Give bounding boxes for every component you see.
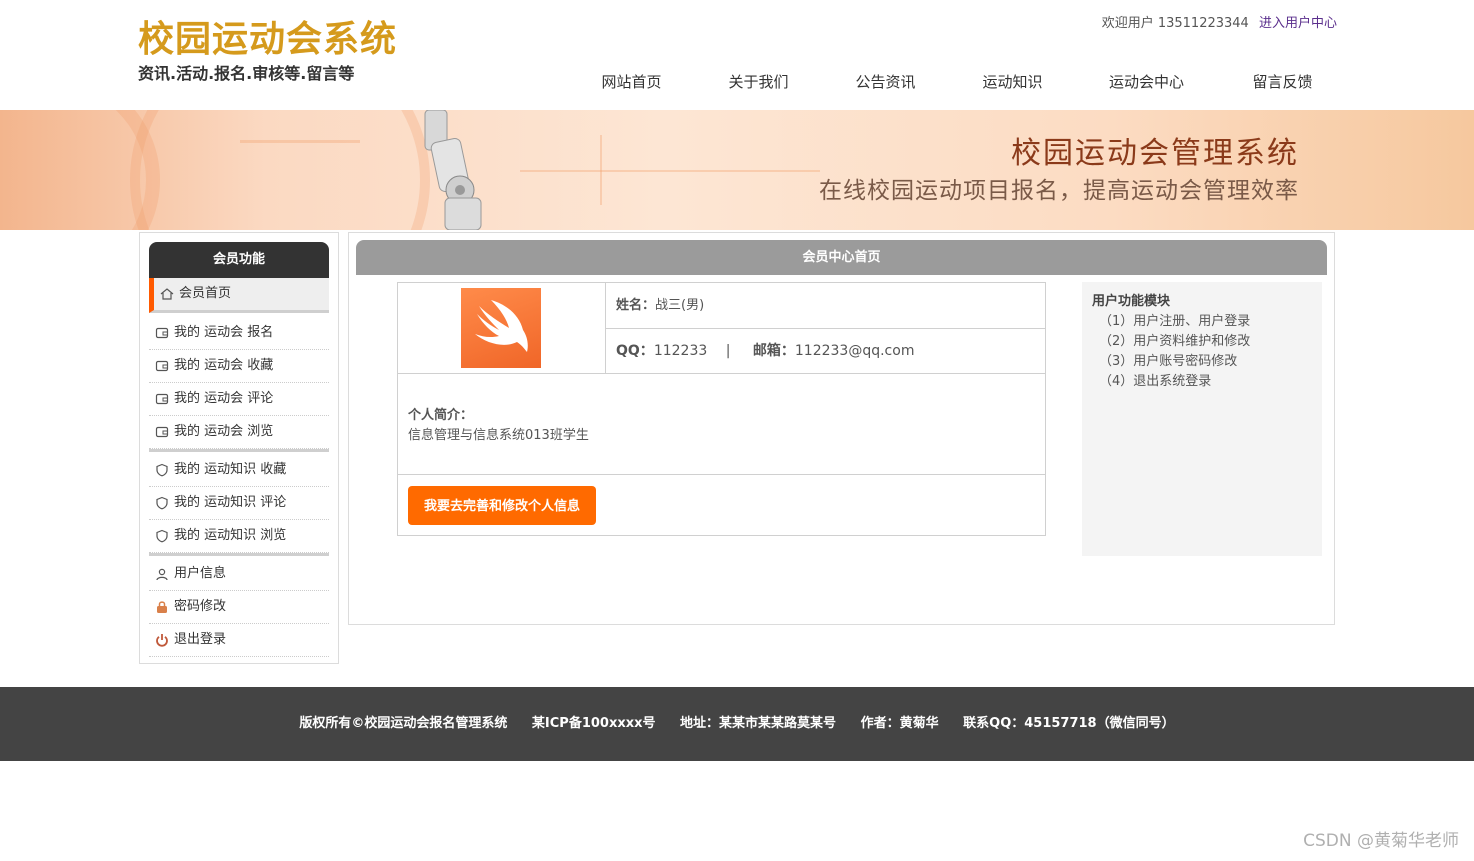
function-item: （2）用户资料维护和修改 xyxy=(1099,334,1251,349)
profile-card: 姓名：战三(男) QQ：112233 | 邮箱：112233@qq.com 个人… xyxy=(397,282,1046,536)
intro-section: 个人简介： 信息管理与信息系统013班学生 xyxy=(398,374,1045,475)
intro-label: 个人简介： xyxy=(408,408,474,423)
robot-arm-illustration xyxy=(424,110,482,230)
user-center-link[interactable]: 进入用户中心 xyxy=(1259,16,1337,31)
sidebar-item-logout[interactable]: 退出登录 xyxy=(149,624,329,657)
sidebar-item-label: 密码修改 xyxy=(174,599,227,614)
watermark-text: CSDN @黄菊华老师 xyxy=(1303,831,1459,851)
nav-sports-center[interactable]: 运动会中心 xyxy=(1076,70,1217,94)
name-label: 姓名： xyxy=(616,298,656,313)
footer-author: 作者：黄菊华 xyxy=(860,716,939,731)
sidebar-item-knowledge-comments[interactable]: 我的 运动知识 评论 xyxy=(149,487,329,520)
sidebar-item-label: 会员首页 xyxy=(179,286,232,301)
lock-icon xyxy=(157,601,167,613)
sidebar-item-user-info[interactable]: 用户信息 xyxy=(149,558,329,591)
welcome-bar: 欢迎用户 13511223344 进入用户中心 xyxy=(1102,15,1337,33)
intro-value: 信息管理与信息系统013班学生 xyxy=(408,428,589,443)
sidebar-item-sports-favorites[interactable]: 我的 运动会 收藏 xyxy=(149,350,329,383)
functions-title: 用户功能模块 xyxy=(1092,294,1171,309)
nav-knowledge[interactable]: 运动知识 xyxy=(949,70,1076,94)
wallet-icon xyxy=(155,327,169,339)
site-logo-title[interactable]: 校园运动会系统 xyxy=(138,18,397,62)
site-header: 校园运动会系统 资讯.活动.报名.审核等.留言等 欢迎用户 1351122334… xyxy=(0,0,1474,110)
sidebar-item-knowledge-favorites[interactable]: 我的 运动知识 收藏 xyxy=(149,454,329,487)
sidebar-item-sports-history[interactable]: 我的 运动会 浏览 xyxy=(149,416,329,449)
sidebar-item-label: 用户信息 xyxy=(174,566,227,581)
sidebar-divider xyxy=(149,553,329,556)
sidebar-item-label: 我的 运动知识 评论 xyxy=(174,495,287,510)
name-value: 战三(男) xyxy=(655,298,705,313)
footer-address: 地址：某某市某某路莫某号 xyxy=(680,716,837,731)
sidebar-item-knowledge-history[interactable]: 我的 运动知识 浏览 xyxy=(149,520,329,553)
contact-row: QQ：112233 | 邮箱：112233@qq.com xyxy=(606,329,1045,374)
qq-label: QQ： xyxy=(616,343,654,359)
sidebar-divider xyxy=(149,449,329,452)
footer-icp: 某ICP备100xxxx号 xyxy=(531,716,656,731)
shield-icon xyxy=(156,463,168,477)
wallet-icon xyxy=(155,426,169,438)
nav-news[interactable]: 公告资讯 xyxy=(822,70,949,94)
nav-about[interactable]: 关于我们 xyxy=(695,70,822,94)
shield-icon xyxy=(156,529,168,543)
sidebar-item-label: 退出登录 xyxy=(174,632,227,647)
member-center-panel: 会员中心首页 姓名：战三(男) QQ：112233 | 邮箱：112233@qq… xyxy=(348,232,1335,625)
panel-heading: 会员中心首页 xyxy=(356,240,1327,275)
sidebar-item-label: 我的 运动会 浏览 xyxy=(174,424,274,439)
swift-bird-icon xyxy=(475,300,528,352)
banner-subtitle: 在线校园运动项目报名，提高运动会管理效率 xyxy=(819,178,1299,204)
sidebar-heading: 会员功能 xyxy=(149,242,329,278)
nav-feedback[interactable]: 留言反馈 xyxy=(1217,70,1348,94)
wallet-icon xyxy=(155,393,169,405)
welcome-text: 欢迎用户 13511223344 xyxy=(1101,16,1249,31)
edit-profile-button[interactable]: 我要去完善和修改个人信息 xyxy=(408,486,596,525)
sidebar-item-label: 我的 运动会 评论 xyxy=(174,391,274,406)
function-item: （1）用户注册、用户登录 xyxy=(1099,314,1251,329)
hero-banner: 校园运动会管理系统 在线校园运动项目报名，提高运动会管理效率 xyxy=(0,110,1474,230)
home-icon xyxy=(160,288,174,300)
footer-copyright: 版权所有©校园运动会报名管理系统 xyxy=(299,716,508,731)
site-logo-subtitle: 资讯.活动.报名.审核等.留言等 xyxy=(138,64,355,83)
user-icon xyxy=(156,568,168,581)
banner-decoration xyxy=(240,140,360,143)
footer-contact: 联系QQ：45157718（微信同号） xyxy=(963,716,1175,731)
banner-decoration xyxy=(520,170,820,172)
qq-value: 112233 xyxy=(653,343,708,359)
main-nav: 网站首页 关于我们 公告资讯 运动知识 运动会中心 留言反馈 xyxy=(568,70,1348,94)
shield-icon xyxy=(156,496,168,510)
function-item: （4）退出系统登录 xyxy=(1099,374,1212,389)
email-value: 112233@qq.com xyxy=(794,343,915,359)
email-label: 邮箱： xyxy=(752,343,795,359)
avatar xyxy=(461,288,541,368)
function-item: （3）用户账号密码修改 xyxy=(1099,354,1238,369)
sidebar-item-label: 我的 运动知识 收藏 xyxy=(174,462,287,477)
avatar-cell xyxy=(398,283,606,374)
banner-decoration xyxy=(130,110,430,230)
site-footer: 版权所有©校园运动会报名管理系统 某ICP备100xxxx号 地址：某某市某某路… xyxy=(0,687,1474,761)
banner-title: 校园运动会管理系统 xyxy=(1011,136,1299,171)
sidebar-item-label: 我的 运动知识 浏览 xyxy=(174,528,287,543)
user-functions-box: 用户功能模块 （1）用户注册、用户登录 （2）用户资料维护和修改 （3）用户账号… xyxy=(1082,282,1322,556)
nav-home[interactable]: 网站首页 xyxy=(568,70,695,94)
power-icon xyxy=(156,634,168,647)
sidebar-item-label: 我的 运动会 报名 xyxy=(174,325,274,340)
sidebar-item-sports-signup[interactable]: 我的 运动会 报名 xyxy=(149,317,329,350)
member-sidebar: 会员功能 会员首页 我的 运动会 报名 我的 运动会 收藏 我的 运动会 评论 … xyxy=(139,232,339,664)
banner-decoration xyxy=(600,135,602,205)
sidebar-item-label: 我的 运动会 收藏 xyxy=(174,358,274,373)
name-row: 姓名：战三(男) xyxy=(606,283,1045,329)
sidebar-item-member-home[interactable]: 会员首页 xyxy=(149,278,329,313)
wallet-icon xyxy=(155,360,169,372)
sidebar-item-sports-comments[interactable]: 我的 运动会 评论 xyxy=(149,383,329,416)
contact-separator: | xyxy=(725,343,731,359)
sidebar-item-password-change[interactable]: 密码修改 xyxy=(149,591,329,624)
